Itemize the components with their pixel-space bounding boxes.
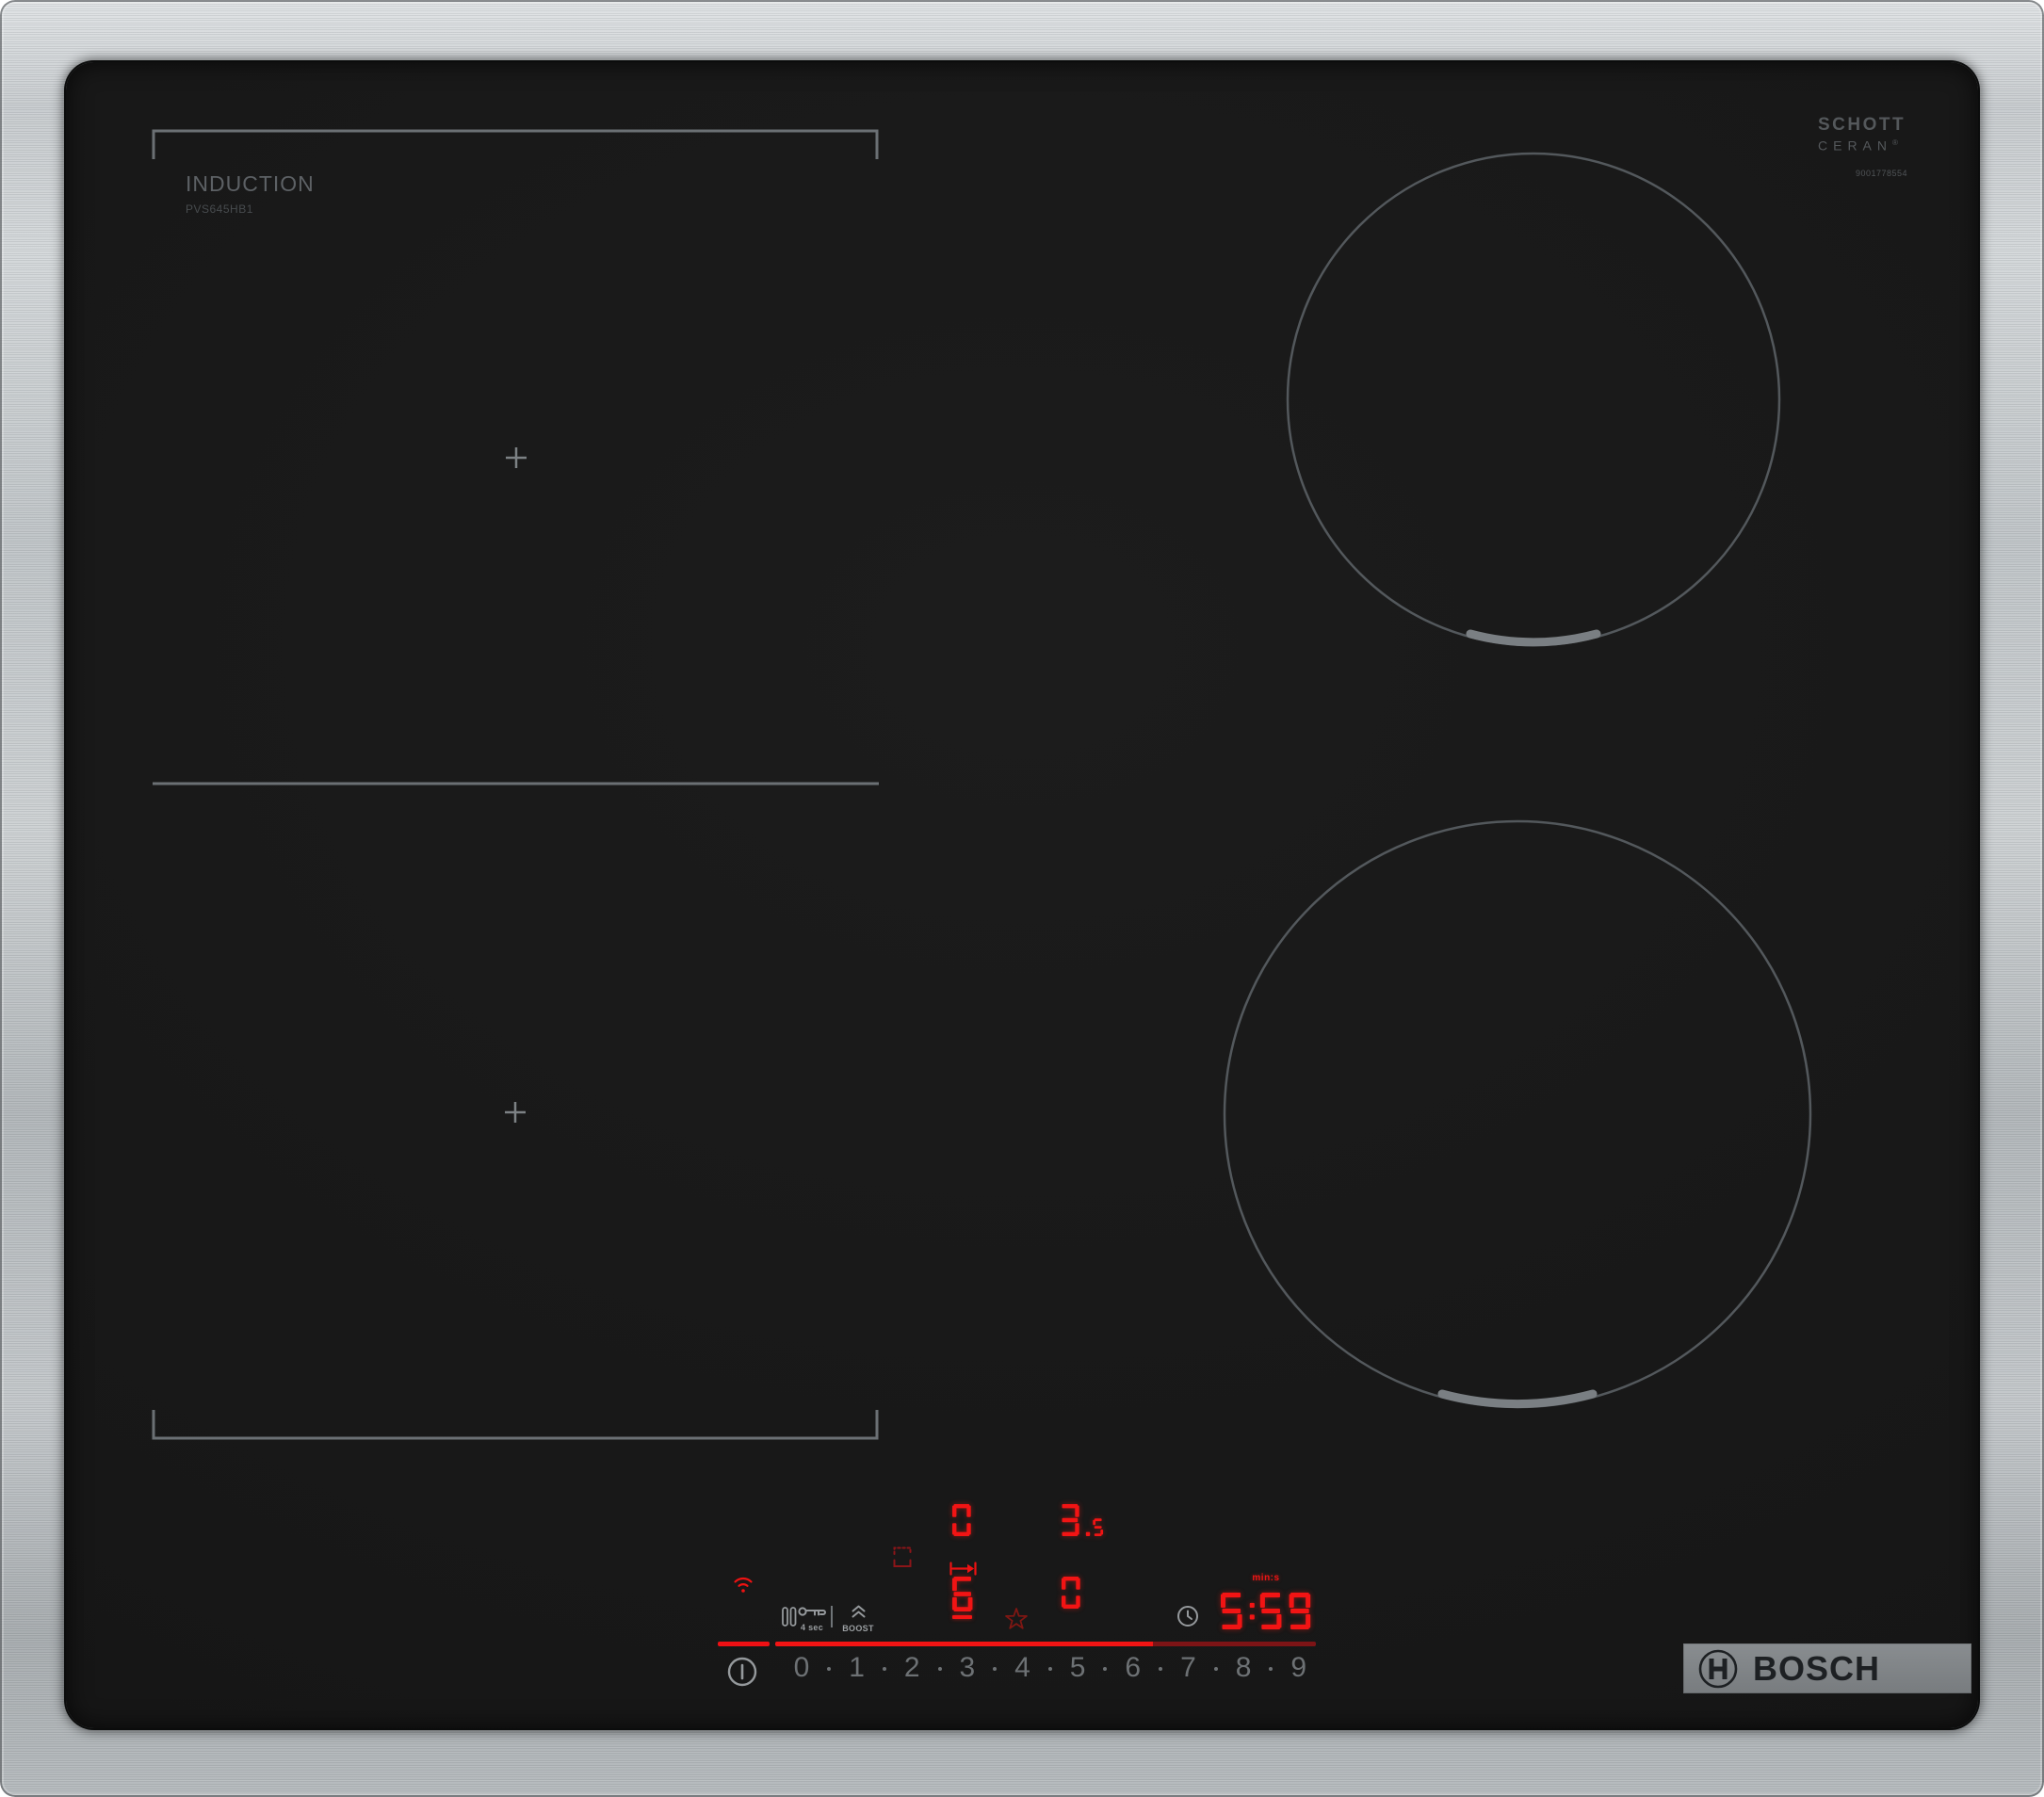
- schott-ceran-logo: SCHOTT CERAN® 9001778554: [1818, 115, 1907, 178]
- timer-clock-icon[interactable]: [1176, 1605, 1199, 1627]
- key-hold-label: 4 sec: [800, 1623, 824, 1632]
- power-slider-track[interactable]: [775, 1642, 1316, 1646]
- model-number: PVS645HB1: [186, 202, 253, 216]
- schott-label: SCHOTT: [1818, 115, 1906, 135]
- ceramic-glass-surface: INDUCTION PVS645HB1 SCHOTT CERAN® 900177…: [66, 62, 1978, 1728]
- zone-marker-front-right: [1437, 1389, 1598, 1409]
- induction-label: INDUCTION: [186, 171, 315, 196]
- transfer-arrow-icon: [949, 1562, 977, 1576]
- pause-icon[interactable]: [782, 1607, 797, 1627]
- favorite-star-icon[interactable]: [1005, 1608, 1028, 1630]
- display-zone-front-right-level[interactable]: [1062, 1577, 1087, 1613]
- timer-unit-label: min:s: [1252, 1573, 1280, 1583]
- boost-key[interactable]: BOOST: [840, 1605, 876, 1633]
- glass-serial-code: 9001778554: [1855, 168, 1907, 178]
- zone-markings: [152, 129, 1812, 1440]
- power-level-0[interactable]: 0: [794, 1652, 810, 1684]
- display-timer: [1221, 1593, 1319, 1634]
- ceran-label: CERAN®: [1818, 138, 1898, 154]
- zone-marker-rear-right: [1466, 629, 1601, 647]
- level-separator-dot: [1047, 1667, 1052, 1671]
- cooking-zone-rear-right: [1286, 152, 1781, 647]
- power-level-5[interactable]: 5: [1070, 1652, 1086, 1684]
- boost-label: BOOST: [842, 1624, 874, 1633]
- power-level-2[interactable]: 2: [904, 1652, 920, 1684]
- level-separator-dot: [1103, 1667, 1108, 1671]
- display-zone-front-left-level[interactable]: [952, 1577, 981, 1616]
- wifi-icon: [734, 1577, 753, 1593]
- child-lock-key-icon: [798, 1607, 826, 1616]
- flex-zone-bottom-bracket: [152, 1410, 879, 1440]
- selected-zone-underline: [952, 1615, 972, 1619]
- level-separator-dot: [993, 1667, 998, 1671]
- power-level-9[interactable]: 9: [1290, 1652, 1306, 1684]
- flex-zone-front-cross: [505, 1102, 526, 1123]
- level-separator-dot: [937, 1667, 942, 1671]
- induction-branding: INDUCTION PVS645HB1: [186, 171, 315, 216]
- flex-zone-rear-cross: [506, 447, 527, 468]
- induction-hob: INDUCTION PVS645HB1 SCHOTT CERAN® 900177…: [0, 0, 2044, 1797]
- level-separator-dot: [827, 1667, 832, 1671]
- registered-mark: ®: [1892, 138, 1898, 147]
- display-zone-rear-right-level[interactable]: [1061, 1504, 1108, 1541]
- power-level-1[interactable]: 1: [849, 1652, 865, 1684]
- flex-zone-indicator-icon: [893, 1546, 912, 1567]
- display-zone-rear-left-level[interactable]: [952, 1504, 978, 1541]
- cooking-zone-front-right: [1223, 819, 1812, 1409]
- power-level-row: 0 1 2 3 4 5 6 7 8 9: [66, 1652, 1978, 1692]
- level-separator-dot: [1213, 1667, 1218, 1671]
- power-level-6[interactable]: 6: [1125, 1652, 1141, 1684]
- power-level-7[interactable]: 7: [1180, 1652, 1196, 1684]
- level-separator-dot: [1159, 1667, 1163, 1671]
- boost-chevrons-icon: [852, 1605, 865, 1618]
- child-lock-key[interactable]: 4 sec: [797, 1605, 827, 1632]
- power-slider-zero-segment[interactable]: [718, 1642, 770, 1646]
- level-separator-dot: [1269, 1667, 1273, 1671]
- level-separator-dot: [882, 1667, 886, 1671]
- panel-divider: [831, 1606, 833, 1627]
- flex-zone-top-bracket: [152, 129, 879, 159]
- power-level-4[interactable]: 4: [1014, 1652, 1030, 1684]
- power-level-3[interactable]: 3: [960, 1652, 976, 1684]
- power-level-8[interactable]: 8: [1236, 1652, 1252, 1684]
